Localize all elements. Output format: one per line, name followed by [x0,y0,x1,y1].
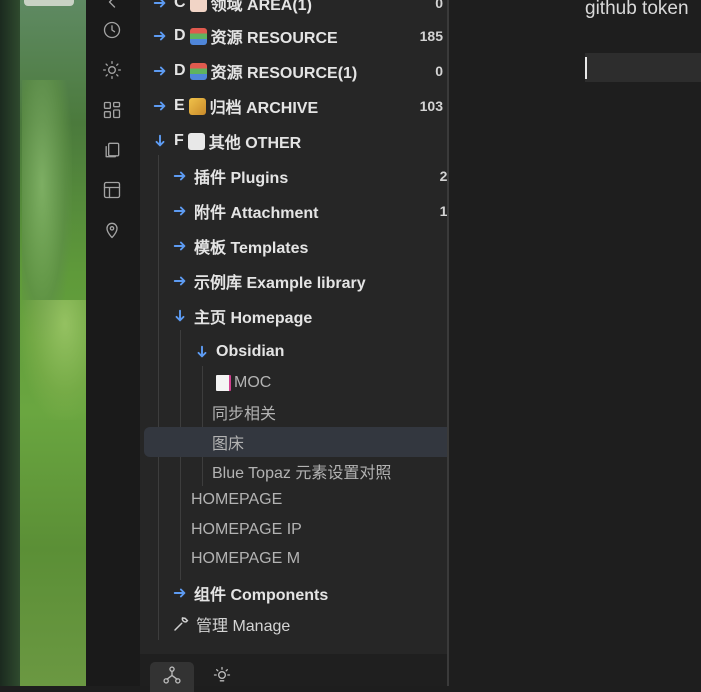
folder-label: 主页 Homepage [194,310,313,327]
tab-file-tree[interactable] [150,662,194,692]
file-label: 管理 Manage [196,618,291,635]
folder-label: 附件 Attachment [194,205,319,222]
file-explorer: C 领域 AREA(1) 0 D 资源 RESOURCE 185 D 资源 RE… [140,0,447,654]
editor-text-line: github token [585,0,689,19]
wallpaper-window-edge [24,0,74,6]
file-label: HOMEPAGE [191,491,283,508]
folder-resource[interactable]: D 资源 RESOURCE 185 [140,21,447,51]
sidebar-tab-bar [140,654,448,692]
dashboard-icon[interactable] [100,98,124,122]
folder-label: 示例库 Example library [194,275,366,292]
folder-example-library[interactable]: 示例库 Example library 5 [140,266,447,296]
file-label: HOMEPAGE M [191,550,301,567]
file-sync[interactable]: 同步相关 [140,397,447,427]
copy-files-icon[interactable] [100,138,124,162]
file-homepage-m[interactable]: HOMEPAGE M [140,544,447,574]
folder-label: 组件 Components [194,587,329,604]
chevron-left-icon[interactable] [100,0,124,14]
folder-homepage[interactable]: 主页 Homepage [140,301,447,331]
folder-plugins[interactable]: 插件 Plugins 207 [140,161,447,191]
folder-prefix: F [174,132,184,149]
arrow-right-icon [172,274,188,288]
folder-count: 103 [419,98,443,114]
file-manage[interactable]: 管理 Manage [140,609,447,639]
file-label: Blue Topaz 元素设置对照 [212,465,392,482]
layout-icon[interactable] [100,178,124,202]
folder-prefix: E [174,97,185,114]
folder-obsidian[interactable]: Obsidian 4 [140,337,447,367]
tab-lightbulb[interactable] [200,662,244,692]
dice-icon [187,132,205,150]
folder-templates[interactable]: 模板 Templates 12 [140,231,447,261]
arrow-down-icon [172,309,188,323]
folder-count: 0 [435,63,443,79]
folder-emoji-icon [189,0,207,12]
text-cursor [585,57,587,79]
wallpaper-hill [20,300,86,420]
arrow-down-icon [194,345,210,359]
folder-label: 其他 OTHER [208,135,302,152]
folder-attachment[interactable]: 附件 Attachment 170 [140,196,447,226]
folder-other[interactable]: F 其他 OTHER [140,126,447,156]
folder-area[interactable]: C 领域 AREA(1) 0 [140,0,447,18]
arrow-right-icon [172,169,188,183]
arrow-right-icon [152,99,168,113]
sun-icon[interactable] [100,58,124,82]
folder-components[interactable]: 组件 Components 34 [140,578,447,608]
books-icon [189,27,207,45]
folder-count: 0 [435,0,443,11]
books-icon [189,62,207,80]
file-label: MOC [234,374,272,391]
file-blue-topaz[interactable]: Blue Topaz 元素设置对照 [140,456,447,486]
arrow-right-icon [172,586,188,600]
folder-label: 领域 AREA(1) [210,0,312,14]
arrow-down-icon [152,134,168,148]
folder-label: Obsidian [216,343,285,360]
arrow-right-icon [172,204,188,218]
folder-prefix: D [174,27,186,44]
folder-label: 模板 Templates [194,240,309,257]
arrow-right-icon [152,29,168,43]
clock-icon[interactable] [100,18,124,42]
left-ribbon [86,0,140,686]
arrow-right-icon [152,0,168,10]
folder-prefix: D [174,62,186,79]
file-label: 图床 [212,436,245,453]
editor-current-line[interactable] [585,53,701,82]
file-label: HOMEPAGE IP [191,521,302,538]
folder-resource-1[interactable]: D 资源 RESOURCE(1) 0 [140,56,447,86]
folder-prefix: C [174,0,186,11]
book-stack-icon [188,97,206,115]
file-homepage[interactable]: HOMEPAGE [140,485,447,515]
folder-count: 207 [439,168,447,184]
wrench-icon [172,615,190,633]
folder-label: 资源 RESOURCE [210,30,338,47]
folder-label: 资源 RESOURCE(1) [210,65,358,82]
editor-pane[interactable]: github token [449,0,701,686]
wallpaper-shadow [0,0,20,686]
file-label: 同步相关 [212,406,277,423]
folder-count: 170 [439,203,447,219]
folder-archive[interactable]: E 归档 ARCHIVE 103 [140,91,447,121]
arrow-right-icon [172,239,188,253]
file-homepage-ip[interactable]: HOMEPAGE IP [140,515,447,545]
folder-label: 插件 Plugins [194,170,289,187]
page-icon [216,375,231,391]
folder-count: 185 [419,28,443,44]
arrow-right-icon [152,64,168,78]
file-image-host[interactable]: 图床 [144,427,447,457]
desktop-wallpaper [0,0,86,686]
folder-label: 归档 ARCHIVE [209,100,319,117]
file-moc[interactable]: MOC [140,368,447,398]
map-pin-icon[interactable] [100,218,124,242]
